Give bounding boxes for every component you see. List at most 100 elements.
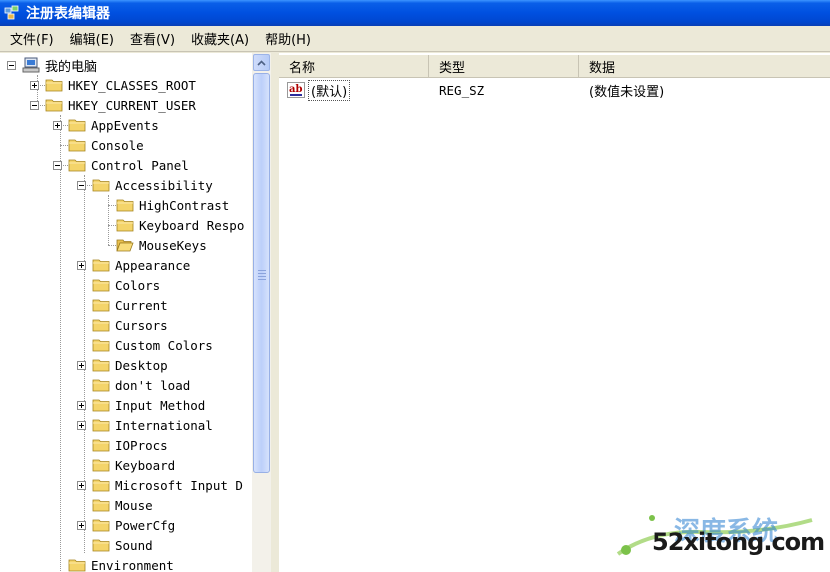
tree-item[interactable]: Microsoft Input D	[77, 475, 243, 495]
tree-label: HKEY_CURRENT_USER	[68, 97, 196, 113]
list-header: 名称 类型 数据	[279, 55, 830, 78]
menu-bar: 文件(F) 编辑(E) 查看(V) 收藏夹(A) 帮助(H)	[0, 26, 830, 52]
tree-label: HighContrast	[139, 197, 230, 213]
expand-icon[interactable]	[77, 420, 86, 430]
tree-item[interactable]: HKEY_CURRENT_USER	[30, 95, 196, 115]
tree-item[interactable]: don't load	[77, 375, 190, 395]
tree-item[interactable]: PowerCfg	[77, 515, 175, 535]
tree-label: Keyboard	[115, 457, 176, 473]
folder-icon	[92, 379, 110, 392]
registry-tree[interactable]: 我的电脑 HKEY_CLASSES_ROOT HKEY_CURRENT_USER A…	[0, 53, 252, 572]
tree-item[interactable]: Cursors	[77, 315, 168, 335]
tree-label: Desktop	[115, 357, 168, 373]
column-header-data[interactable]: 数据	[579, 55, 830, 77]
tree-label: Custom Colors	[115, 337, 213, 353]
tree-label: AppEvents	[91, 117, 159, 133]
tree-item[interactable]: IOProcs	[77, 435, 168, 455]
tree-label: Sound	[115, 537, 153, 553]
tree-item[interactable]: AppEvents	[53, 115, 159, 135]
tree-item[interactable]: HighContrast	[101, 195, 229, 215]
column-header-type[interactable]: 类型	[429, 55, 579, 77]
folder-icon	[68, 159, 86, 172]
tree-item[interactable]: Environment	[53, 555, 174, 572]
watermark-domain: 52xitong.com	[652, 528, 825, 556]
folder-icon	[92, 259, 110, 272]
tree-label: Environment	[91, 557, 174, 572]
tree-label: International	[115, 417, 213, 433]
folder-icon	[92, 319, 110, 332]
value-type: REG_SZ	[439, 82, 485, 98]
folder-icon	[92, 179, 110, 192]
folder-icon	[92, 499, 110, 512]
tree-item[interactable]: Sound	[77, 535, 153, 555]
tree-scrollbar[interactable]	[252, 53, 271, 572]
folder-icon	[92, 339, 110, 352]
folder-icon	[68, 559, 86, 572]
menu-file[interactable]: 文件(F)	[4, 29, 60, 48]
tree-label: MouseKeys	[139, 237, 207, 253]
tree-item[interactable]: MouseKeys	[101, 235, 207, 255]
expand-icon[interactable]	[30, 80, 39, 90]
tree-item[interactable]: Input Method	[77, 395, 205, 415]
folder-icon	[92, 459, 110, 472]
expand-icon[interactable]	[77, 260, 86, 270]
tree-label: HKEY_CLASSES_ROOT	[68, 77, 196, 93]
expand-icon[interactable]	[77, 400, 86, 410]
tree-item-my-computer[interactable]: 我的电脑	[7, 55, 97, 75]
tree-item[interactable]: Accessibility	[77, 175, 213, 195]
folder-icon	[92, 399, 110, 412]
expand-icon[interactable]	[53, 120, 62, 130]
regedit-icon	[4, 5, 19, 20]
folder-icon	[92, 479, 110, 492]
tree-item[interactable]: Mouse	[77, 495, 153, 515]
tree-label: Current	[115, 297, 168, 313]
tree-item[interactable]: Console	[53, 135, 144, 155]
tree-item[interactable]: Custom Colors	[77, 335, 213, 355]
pane-splitter[interactable]	[271, 53, 279, 572]
tree-label: IOProcs	[115, 437, 168, 453]
tree-label: Console	[91, 137, 144, 153]
value-row[interactable]: ab (默认)	[287, 79, 351, 101]
tree-item[interactable]: Colors	[77, 275, 160, 295]
tree-item[interactable]: Current	[77, 295, 168, 315]
values-list[interactable]: 名称 类型 数据 ab (默认) REG_SZ (数值未设置)	[279, 53, 830, 572]
window-title: 注册表编辑器	[26, 6, 110, 22]
folder-icon	[92, 279, 110, 292]
string-value-icon: ab	[287, 82, 305, 98]
tree-item[interactable]: Keyboard	[77, 455, 175, 475]
tree-item[interactable]: Desktop	[77, 355, 168, 375]
tree-item[interactable]: Keyboard Respo	[101, 215, 244, 235]
collapse-icon[interactable]	[53, 160, 62, 170]
tree-item[interactable]: International	[77, 415, 213, 435]
tree-item[interactable]: HKEY_CLASSES_ROOT	[30, 75, 196, 95]
tree-label: Keyboard Respo	[139, 217, 245, 233]
tree-label: Mouse	[115, 497, 153, 513]
menu-favorites[interactable]: 收藏夹(A)	[185, 29, 255, 48]
tree-item[interactable]: Appearance	[77, 255, 190, 275]
tree-label: Input Method	[115, 397, 206, 413]
tree-item[interactable]: Control Panel	[53, 155, 189, 175]
collapse-icon[interactable]	[30, 100, 39, 110]
collapse-icon[interactable]	[7, 60, 16, 70]
folder-icon	[92, 539, 110, 552]
expand-icon[interactable]	[77, 360, 86, 370]
folder-icon	[116, 199, 134, 212]
scroll-up-button[interactable]	[253, 54, 270, 71]
tree-label: Accessibility	[115, 177, 213, 193]
folder-icon	[92, 359, 110, 372]
menu-view[interactable]: 查看(V)	[124, 29, 181, 48]
collapse-icon[interactable]	[77, 180, 86, 190]
tree-label: Appearance	[115, 257, 191, 273]
tree-label: don't load	[115, 377, 191, 393]
scroll-thumb[interactable]	[253, 73, 270, 473]
menu-edit[interactable]: 编辑(E)	[64, 29, 120, 48]
column-header-name[interactable]: 名称	[279, 55, 429, 77]
computer-icon	[22, 57, 40, 73]
tree-label: Cursors	[115, 317, 168, 333]
expand-icon[interactable]	[77, 480, 86, 490]
title-bar: 注册表编辑器	[0, 0, 830, 26]
chevron-up-icon	[257, 59, 266, 66]
folder-icon	[92, 419, 110, 432]
expand-icon[interactable]	[77, 520, 86, 530]
menu-help[interactable]: 帮助(H)	[259, 29, 317, 48]
